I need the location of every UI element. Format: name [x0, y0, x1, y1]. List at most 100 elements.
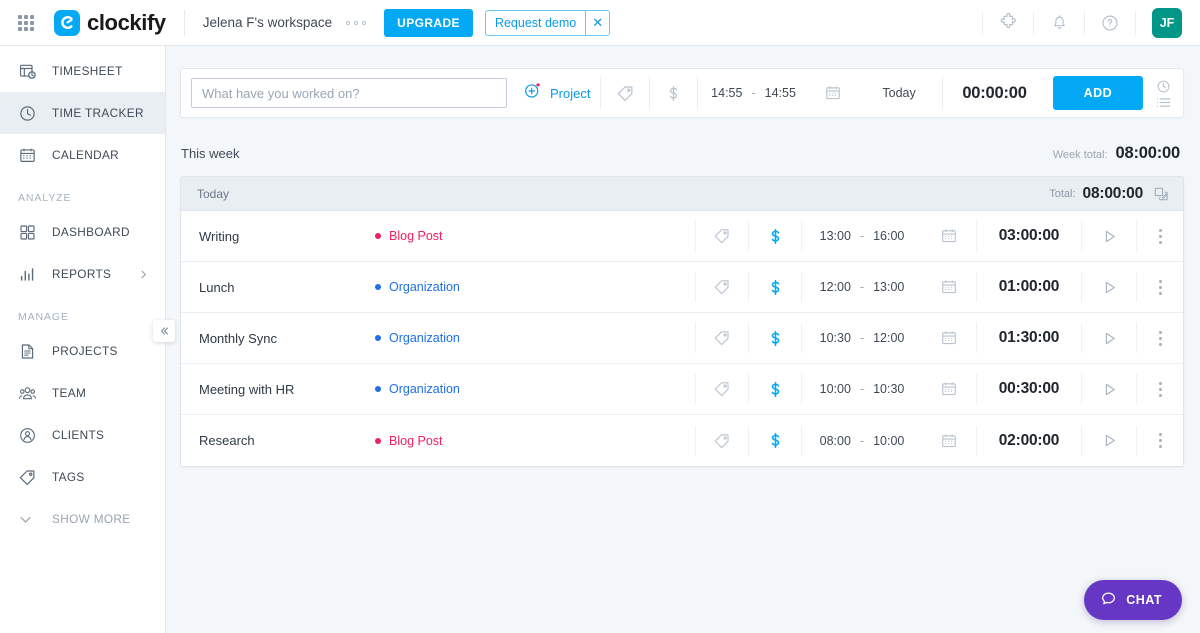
calendar-icon[interactable] [922, 262, 976, 313]
table-row[interactable]: Monthly Sync Organization 10:30-12:00 01:30… [181, 313, 1183, 364]
play-icon[interactable] [1082, 330, 1136, 347]
dollar-icon[interactable] [749, 211, 801, 262]
tag-icon[interactable] [601, 68, 648, 118]
entry-duration[interactable]: 00:30:00 [977, 380, 1081, 398]
table-row[interactable]: Lunch Organization 12:00-13:00 01:00:00 [181, 262, 1183, 313]
entry-duration[interactable]: 01:30:00 [977, 329, 1081, 347]
kebab-menu-icon[interactable] [1137, 228, 1183, 244]
request-demo-chip: Request demo ✕ [484, 9, 611, 36]
tag-icon[interactable] [696, 313, 748, 364]
entry-project[interactable]: Blog Post [361, 434, 695, 448]
request-demo-link[interactable]: Request demo [486, 11, 585, 35]
entry-time-range: 12:00-13:00 [802, 280, 922, 294]
dashboard-icon [18, 223, 40, 242]
upgrade-button[interactable]: UPGRADE [384, 8, 473, 37]
table-row[interactable]: Meeting with HR Organization 10:00-10:30 00… [181, 364, 1183, 415]
close-icon[interactable]: ✕ [585, 10, 609, 35]
entry-project[interactable]: Organization [361, 280, 695, 294]
time-dash: - [751, 86, 756, 100]
entry-project-name: Blog Post [389, 433, 443, 448]
calendar-icon[interactable] [922, 364, 976, 415]
timer-start-time[interactable]: 14:55 [711, 86, 742, 100]
entry-description[interactable]: Research [181, 433, 361, 448]
calendar-icon[interactable] [809, 68, 856, 118]
kebab-menu-icon[interactable] [1137, 279, 1183, 295]
sidebar-item-projects[interactable]: PROJECTS [0, 330, 165, 372]
entry-end-time[interactable]: 12:00 [873, 331, 904, 345]
sidebar-item-label: TIME TRACKER [52, 106, 144, 120]
entry-start-time[interactable]: 08:00 [820, 434, 851, 448]
entry-description[interactable]: Monthly Sync [181, 331, 361, 346]
sidebar-item-reports[interactable]: REPORTS [0, 253, 165, 295]
table-row[interactable]: Writing Blog Post 13:00-16:00 03:00:00 [181, 211, 1183, 262]
timer-end-time[interactable]: 14:55 [765, 86, 796, 100]
time-dash: - [859, 229, 865, 243]
dollar-icon[interactable] [749, 415, 801, 466]
entry-end-time[interactable]: 10:00 [873, 434, 904, 448]
entry-project[interactable]: Organization [361, 382, 695, 396]
entry-duration[interactable]: 01:00:00 [977, 278, 1081, 296]
entry-end-time[interactable]: 13:00 [873, 280, 904, 294]
entry-project[interactable]: Blog Post [361, 229, 695, 243]
workspace-name[interactable]: Jelena F's workspace [203, 15, 332, 30]
entry-end-time[interactable]: 16:00 [873, 229, 904, 243]
entry-start-time[interactable]: 13:00 [820, 229, 851, 243]
entry-duration[interactable]: 02:00:00 [977, 432, 1081, 450]
dollar-icon[interactable] [650, 68, 697, 118]
timer-duration[interactable]: 00:00:00 [943, 84, 1047, 103]
play-icon[interactable] [1082, 381, 1136, 398]
tag-icon[interactable] [696, 364, 748, 415]
clockify-logo[interactable]: clockify [54, 9, 166, 36]
entry-description[interactable]: Writing [181, 229, 361, 244]
sidebar-item-team[interactable]: TEAM [0, 372, 165, 414]
add-time-entry-button[interactable]: ADD [1052, 76, 1144, 110]
bell-icon[interactable] [1034, 0, 1084, 46]
duplicate-icon[interactable] [1153, 186, 1169, 202]
kebab-menu-icon[interactable] [1137, 381, 1183, 397]
chat-button[interactable]: CHAT [1084, 580, 1182, 620]
entry-start-time[interactable]: 10:30 [820, 331, 851, 345]
entry-end-time[interactable]: 10:30 [873, 382, 904, 396]
sidebar-item-clients[interactable]: CLIENTS [0, 414, 165, 456]
tag-icon[interactable] [696, 211, 748, 262]
timer-day-label[interactable]: Today [857, 86, 942, 100]
collapse-sidebar-icon[interactable] [153, 320, 175, 342]
table-row[interactable]: Research Blog Post 08:00-10:00 02:00:00 [181, 415, 1183, 466]
avatar[interactable]: JF [1152, 7, 1182, 38]
sidebar-item-dashboard[interactable]: REPORTS DASHBOARD [0, 211, 165, 253]
apps-grid-icon[interactable] [16, 13, 36, 33]
entry-description[interactable]: Meeting with HR [181, 382, 361, 397]
dollar-icon[interactable] [749, 262, 801, 313]
tag-icon[interactable] [696, 415, 748, 466]
entry-start-time[interactable]: 12:00 [820, 280, 851, 294]
play-icon[interactable] [1082, 228, 1136, 245]
sidebar-item-timesheet[interactable]: TIMESHEET [0, 50, 165, 92]
entry-duration[interactable]: 03:00:00 [977, 227, 1081, 245]
sidebar-item-tags[interactable]: TAGS [0, 456, 165, 498]
puzzle-icon[interactable] [983, 0, 1033, 46]
calendar-icon[interactable] [922, 211, 976, 262]
kebab-menu-icon[interactable] [1137, 330, 1183, 346]
play-icon[interactable] [1082, 432, 1136, 449]
sidebar-item-calendar[interactable]: CALENDAR [0, 134, 165, 176]
project-color-dot [375, 284, 381, 290]
sidebar-item-time-tracker[interactable]: TIME TRACKER [0, 92, 165, 134]
entry-start-time[interactable]: 10:00 [820, 382, 851, 396]
timer-manual-mode-icon[interactable] [1143, 68, 1183, 118]
tag-icon[interactable] [696, 262, 748, 313]
entry-project[interactable]: Organization [361, 331, 695, 345]
ellipsis-icon[interactable] [346, 20, 367, 25]
calendar-icon[interactable] [922, 313, 976, 364]
timer-description-input[interactable] [191, 78, 507, 108]
entry-description[interactable]: Lunch [181, 280, 361, 295]
sidebar-show-more[interactable]: SHOW MORE [0, 498, 165, 540]
day-total-value: 08:00:00 [1082, 184, 1144, 202]
dollar-icon[interactable] [749, 313, 801, 364]
kebab-menu-icon[interactable] [1137, 433, 1183, 448]
calendar-icon[interactable] [922, 415, 976, 466]
question-mark-icon[interactable] [1085, 0, 1135, 46]
play-icon[interactable] [1082, 279, 1136, 296]
dollar-icon[interactable] [749, 364, 801, 415]
select-project-button[interactable]: Project [523, 81, 600, 105]
sidebar-item-label: DASHBOARD [52, 225, 130, 239]
